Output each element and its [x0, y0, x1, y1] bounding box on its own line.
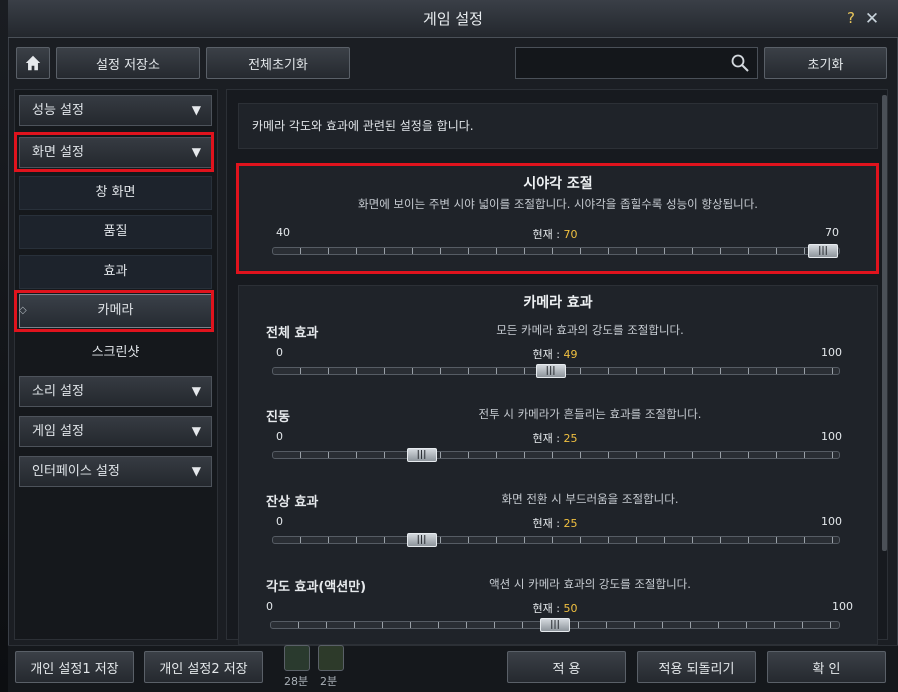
- afterimage-effect-description: 화면 전환 시 부드러움을 조절합니다.: [501, 492, 679, 506]
- home-button[interactable]: [16, 47, 50, 79]
- overall-effect-description: 모든 카메라 효과의 강도를 조절합니다.: [496, 323, 684, 337]
- vibration-current: 현재 : 25: [532, 432, 578, 445]
- page-description: 카메라 각도와 효과에 관련된 설정을 합니다.: [238, 103, 878, 149]
- reset-all-button[interactable]: 전체초기화: [206, 47, 350, 79]
- sidebar-item-sound[interactable]: 소리 설정 ▼: [19, 376, 212, 407]
- chevron-down-icon: ▼: [191, 424, 201, 438]
- apply-button[interactable]: 적 용: [507, 651, 626, 683]
- search-box: [515, 47, 758, 79]
- vibration-label: 진동: [266, 410, 290, 425]
- sidebar-item-performance[interactable]: 성능 설정 ▼: [19, 95, 212, 126]
- afterimage-effect-min: 0: [276, 515, 283, 528]
- angle-effect-description: 액션 시 카메라 효과의 강도를 조절합니다.: [489, 577, 691, 591]
- personal-settings-1-save-button[interactable]: 개인 설정1 저장: [15, 651, 134, 683]
- vibration-min: 0: [276, 430, 283, 443]
- afterimage-effect-slider-thumb[interactable]: |||: [406, 533, 437, 547]
- personal-settings-2-save-button[interactable]: 개인 설정2 저장: [144, 651, 263, 683]
- chevron-down-icon: ▼: [191, 464, 201, 478]
- vibration-slider-thumb[interactable]: |||: [406, 448, 437, 462]
- sidebar-item-label: 인터페이스 설정: [32, 464, 120, 479]
- help-icon[interactable]: ?: [842, 9, 860, 29]
- vibration-description: 전투 시 카메라가 흔들리는 효과를 조절합니다.: [478, 407, 702, 421]
- skill-icon: [284, 645, 310, 671]
- overall-effect-current: 현재 : 49: [532, 348, 578, 361]
- sidebar-item-game[interactable]: 게임 설정 ▼: [19, 416, 212, 447]
- sidebar-item-label: 소리 설정: [32, 384, 84, 399]
- afterimage-effect-slider-track[interactable]: [272, 536, 840, 544]
- overall-effect-max: 100: [821, 346, 842, 359]
- vibration-slider-track[interactable]: [272, 451, 840, 459]
- overall-effect-min: 0: [276, 346, 283, 359]
- highlight-box: [14, 290, 214, 332]
- chevron-down-icon: ▼: [191, 103, 201, 117]
- camera-effect-title: 카메라 효과: [523, 295, 593, 311]
- afterimage-effect-max: 100: [821, 515, 842, 528]
- highlight-box: [236, 163, 879, 274]
- vibration-max: 100: [821, 430, 842, 443]
- highlight-box: [14, 132, 214, 172]
- skill-icon: [318, 645, 344, 671]
- window-title: 게임 설정: [423, 10, 483, 28]
- overall-effect-slider-thumb[interactable]: |||: [535, 364, 566, 378]
- sidebar-item-interface[interactable]: 인터페이스 설정 ▼: [19, 456, 212, 487]
- footer-bar: [8, 645, 898, 692]
- sidebar-item-label: 게임 설정: [32, 424, 84, 439]
- skill-cooldown: 2분: [320, 675, 338, 688]
- sidebar-sub-effects[interactable]: 효과: [19, 255, 212, 289]
- reset-button[interactable]: 초기화: [764, 47, 887, 79]
- skill-cooldown: 28분: [284, 675, 309, 688]
- angle-effect-label: 각도 효과(액션만): [266, 580, 367, 595]
- chevron-down-icon: ▼: [191, 384, 201, 398]
- revert-button[interactable]: 적용 되돌리기: [637, 651, 756, 683]
- home-icon: [25, 55, 41, 71]
- settings-storage-button[interactable]: 설정 저장소: [56, 47, 200, 79]
- angle-effect-min: 0: [266, 600, 273, 613]
- angle-effect-max: 100: [832, 600, 853, 613]
- angle-effect-slider-thumb[interactable]: |||: [540, 618, 570, 632]
- sidebar-sub-quality[interactable]: 품질: [19, 215, 212, 249]
- scrollbar[interactable]: [882, 95, 887, 551]
- search-input[interactable]: [522, 53, 726, 75]
- sidebar-sub-screenshot[interactable]: 스크린샷: [19, 336, 212, 370]
- sidebar-item-label: 성능 설정: [32, 103, 84, 118]
- ok-button[interactable]: 확 인: [767, 651, 886, 683]
- sidebar-sub-window[interactable]: 창 화면: [19, 176, 212, 210]
- search-icon[interactable]: [730, 53, 750, 73]
- angle-effect-current: 현재 : 50: [532, 602, 578, 615]
- background-edge: [0, 0, 8, 692]
- afterimage-effect-current: 현재 : 25: [532, 517, 578, 530]
- afterimage-effect-label: 잔상 효과: [266, 495, 319, 510]
- close-icon[interactable]: ✕: [862, 9, 882, 29]
- overall-effect-label: 전체 효과: [266, 326, 319, 341]
